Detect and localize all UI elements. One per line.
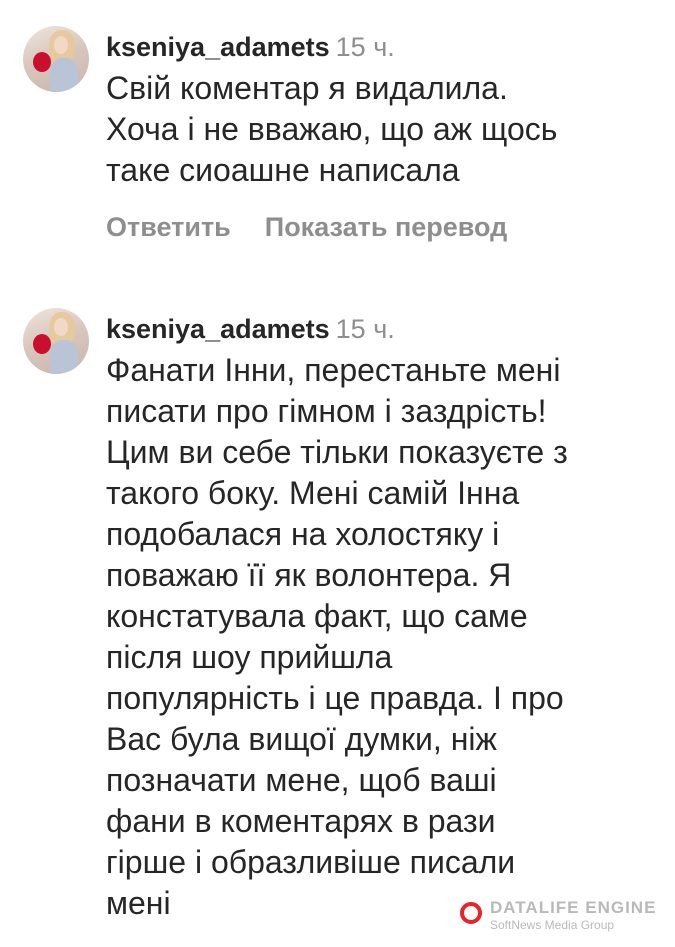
comment-header: kseniya_adamets 15 ч. bbox=[106, 308, 666, 350]
comment-text: Фанати Інни, перестаньте мені писати про… bbox=[106, 350, 666, 924]
avatar-face bbox=[54, 318, 68, 336]
comment-text-line: Свій коментар я видалила. bbox=[106, 70, 508, 106]
comment-actions: Ответить Показать перевод bbox=[106, 207, 666, 247]
avatar-rose bbox=[33, 52, 51, 72]
username[interactable]: kseniya_adamets bbox=[106, 32, 330, 62]
comment-text-line: такого боку. Мені самій Інна bbox=[106, 475, 520, 511]
comment-text-line: поважаю її як волонтера. Я bbox=[106, 557, 512, 593]
comment-text-line: Цим ви себе тільки показуєте з bbox=[106, 434, 568, 470]
comment-text-line: Хоча і не вважаю, що аж щось bbox=[106, 111, 558, 147]
reply-button[interactable]: Ответить bbox=[106, 212, 231, 242]
avatar[interactable] bbox=[23, 308, 89, 374]
comment-text-line: таке сиоашне написала bbox=[106, 152, 460, 188]
comment-text-line: популярність і це правда. І про bbox=[106, 680, 564, 716]
timestamp: 15 ч. bbox=[335, 314, 395, 344]
avatar[interactable] bbox=[23, 26, 89, 92]
comment-text-line: Вас була вищої думки, ніж bbox=[106, 721, 497, 757]
avatar-face bbox=[54, 36, 68, 54]
timestamp: 15 ч. bbox=[335, 32, 395, 62]
datalife-logo-icon bbox=[460, 902, 482, 924]
comment-text: Свій коментар я видалила. Хоча і не вваж… bbox=[106, 68, 666, 191]
comment-text-line: позначати мене, щоб ваші bbox=[106, 762, 497, 798]
comment-text-line: подобалася на холостяку і bbox=[106, 516, 500, 552]
comment-content: kseniya_adamets 15 ч. Фанати Інни, перест… bbox=[106, 308, 666, 924]
avatar-rose bbox=[33, 334, 51, 354]
comment-text-line: писати про гімном і заздрість! bbox=[106, 393, 547, 429]
comment-text-line: Фанати Інни, перестаньте мені bbox=[106, 352, 561, 388]
watermark: DATALIFE ENGINE SoftNews Media Group bbox=[460, 898, 665, 938]
comment-text-line: гірше і образливіше писали bbox=[106, 844, 516, 880]
watermark-subtitle: SoftNews Media Group bbox=[490, 918, 615, 932]
comment-text-line: констатувала факт, що саме bbox=[106, 598, 528, 634]
show-translation-button[interactable]: Показать перевод bbox=[265, 212, 508, 242]
comment-content: kseniya_adamets 15 ч. Свій коментар я вид… bbox=[106, 26, 666, 247]
username[interactable]: kseniya_adamets bbox=[106, 314, 330, 344]
watermark-title: DATALIFE ENGINE bbox=[490, 898, 657, 917]
avatar-dress bbox=[50, 340, 78, 374]
comment-text-line: після шоу прийшла bbox=[106, 639, 393, 675]
avatar-dress bbox=[50, 58, 78, 92]
comment-text-line: фани в коментарях в рази bbox=[106, 803, 496, 839]
comment-header: kseniya_adamets 15 ч. bbox=[106, 26, 666, 68]
